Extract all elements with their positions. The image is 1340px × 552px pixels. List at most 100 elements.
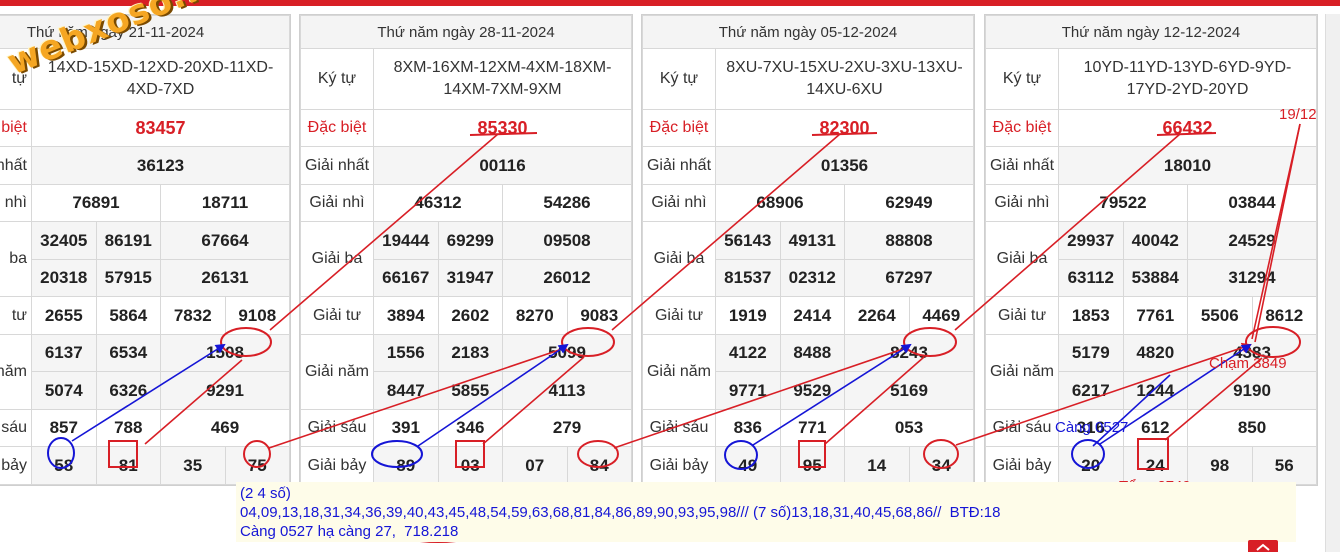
label-ky-tu: Ký tự <box>985 48 1059 110</box>
label-dac-biet: Đặc biệt <box>300 109 374 147</box>
giai-tu-2: 7761 <box>1122 296 1188 335</box>
giai-nhi-1: 46312 <box>373 184 503 222</box>
giai-nhat-value: 01356 <box>715 146 974 185</box>
label-giai-bay: Giải bảy <box>642 446 716 485</box>
label-giai-nam: Giải năm <box>300 334 374 410</box>
label-giai-nam: Giải năm <box>642 334 716 410</box>
giai-sau-2: 771 <box>779 409 845 447</box>
giai-ba-5: 31947 <box>437 259 503 297</box>
label-giai-sau: Giải sáu <box>300 409 374 447</box>
result-panel-3: Thứ năm ngày 05-12-2024 Ký tự 8XU-7XU-15X… <box>641 14 975 486</box>
giai-tu-3: 2264 <box>844 296 910 335</box>
label-giai-nam: Giải năm <box>985 334 1059 410</box>
giai-nam-1: 5179 <box>1058 334 1124 372</box>
label-giai-ba: ba <box>0 221 32 297</box>
giai-tu-4: 9083 <box>566 296 632 335</box>
giai-ba-6: 26012 <box>502 259 632 297</box>
ky-tu-value: 8XU-7XU-15XU-2XU-3XU-13XU-14XU-6XU <box>715 48 974 110</box>
result-panel-4: Thứ năm ngày 12-12-2024 Ký tự 10YD-11YD-1… <box>984 14 1318 486</box>
giai-bay-3: 35 <box>160 446 226 485</box>
giai-tu-1: 3894 <box>373 296 439 335</box>
label-giai-bay: bảy <box>0 446 32 485</box>
giai-tu-4: 8612 <box>1251 296 1317 335</box>
label-giai-tu: tư <box>0 296 32 335</box>
giai-nhat-value: 18010 <box>1058 146 1317 185</box>
giai-ba-2: 49131 <box>779 221 845 260</box>
giai-nhi-2: 03844 <box>1187 184 1317 222</box>
giai-sau-1: 391 <box>373 409 439 447</box>
giai-ba-6: 67297 <box>844 259 974 297</box>
result-panel-1: Thứ năm ngày 21-11-2024 tự 14XD-15XD-12XD… <box>0 14 291 486</box>
giai-nam-5: 1244 <box>1122 371 1188 410</box>
annotation-cham: Chạm 3849 <box>1209 355 1287 372</box>
giai-nam-3: 5099 <box>502 334 632 372</box>
dac-biet-value: 66432 <box>1058 109 1317 147</box>
giai-bay-2: 81 <box>95 446 161 485</box>
label-giai-bay: Giải bảy <box>300 446 374 485</box>
giai-ba-4: 66167 <box>373 259 439 297</box>
giai-ba-6: 26131 <box>160 259 290 297</box>
label-giai-sau: Giải sáu <box>985 409 1059 447</box>
giai-nam-3: 1508 <box>160 334 290 372</box>
giai-tu-3: 5506 <box>1187 296 1253 335</box>
giai-sau-3: 850 <box>1187 409 1317 447</box>
giai-tu-1: 1853 <box>1058 296 1124 335</box>
giai-nam-2: 8488 <box>779 334 845 372</box>
giai-ba-3: 88808 <box>844 221 974 260</box>
annotation-cang: Càng 0527 <box>1055 419 1129 436</box>
giai-nam-6: 9190 <box>1187 371 1317 410</box>
giai-tu-3: 7832 <box>160 296 226 335</box>
giai-ba-3-highlight: 67664 <box>160 221 290 260</box>
giai-sau-3: 469 <box>160 409 290 447</box>
analysis-number-list: 04,09,13,18,31,34,36,39,40,43,45,48,54,5… <box>240 504 942 521</box>
ky-tu-value: 8XM-16XM-12XM-4XM-18XM-14XM-7XM-9XM <box>373 48 632 110</box>
giai-bay-2: 95 <box>779 446 845 485</box>
giai-tu-2: 5864 <box>95 296 161 335</box>
giai-bay-2: 03 <box>437 446 503 485</box>
label-giai-nhi: nhì <box>0 184 32 222</box>
giai-nam-4: 8447 <box>373 371 439 410</box>
giai-nam-2: 4820 <box>1122 334 1188 372</box>
giai-nam-5: 5855 <box>437 371 503 410</box>
giai-nam-2: 6534 <box>95 334 161 372</box>
page-scrollbar[interactable] <box>1325 14 1340 552</box>
giai-ba-1: 29937 <box>1058 221 1124 260</box>
label-dac-biet: Đặc biệt <box>985 109 1059 147</box>
giai-tu-4: 9108 <box>224 296 290 335</box>
label-giai-tu: Giải tư <box>642 296 716 335</box>
label-ky-tu: Ký tự <box>642 48 716 110</box>
giai-tu-2: 2602 <box>437 296 503 335</box>
analysis-cang-text: Càng 0527 hạ càng 27, <box>240 523 396 540</box>
giai-ba-4: 20318 <box>31 259 97 297</box>
scroll-top-button[interactable] <box>1248 540 1278 552</box>
analysis-cang-value: 718.218 <box>404 523 459 540</box>
giai-bay-3: 98 <box>1187 446 1253 485</box>
label-giai-nhat: Giải nhất <box>300 146 374 185</box>
label-giai-ba: Giải ba <box>985 221 1059 297</box>
giai-bay-1: 89 <box>373 446 439 485</box>
giai-bay-4: 56 <box>1251 446 1317 485</box>
giai-sau-3: 053 <box>844 409 974 447</box>
giai-nam-5: 6326 <box>95 371 161 410</box>
label-ky-tu: Ký tự <box>300 48 374 110</box>
giai-nam-4: 6217 <box>1058 371 1124 410</box>
giai-ba-5: 53884 <box>1122 259 1188 297</box>
giai-bay-1: 20 <box>1058 446 1124 485</box>
giai-sau-1: 857 <box>31 409 97 447</box>
giai-tu-3: 8270 <box>502 296 568 335</box>
label-giai-tu: Giải tư <box>985 296 1059 335</box>
label-giai-nhi: Giải nhì <box>300 184 374 222</box>
ky-tu-value: 10YD-11YD-13YD-6YD-9YD-17YD-2YD-20YD <box>1058 48 1317 110</box>
panel-date: Thứ năm ngày 12-12-2024 <box>985 15 1317 49</box>
giai-sau-2: 612 <box>1122 409 1188 447</box>
giai-bay-1: 58 <box>31 446 97 485</box>
giai-ba-1: 19444 <box>373 221 439 260</box>
analysis-line-2: 04,09,13,18,31,34,36,39,40,43,45,48,54,5… <box>240 504 1000 521</box>
giai-nam-5: 9529 <box>779 371 845 410</box>
annotation-date: 19/12 <box>1279 106 1317 123</box>
analysis-line-1: (2 4 số) <box>240 485 291 502</box>
giai-nam-6: 9291 <box>160 371 290 410</box>
giai-nhi-1: 68906 <box>715 184 845 222</box>
giai-ba-2: 40042 <box>1122 221 1188 260</box>
label-giai-sau: Giải sáu <box>642 409 716 447</box>
